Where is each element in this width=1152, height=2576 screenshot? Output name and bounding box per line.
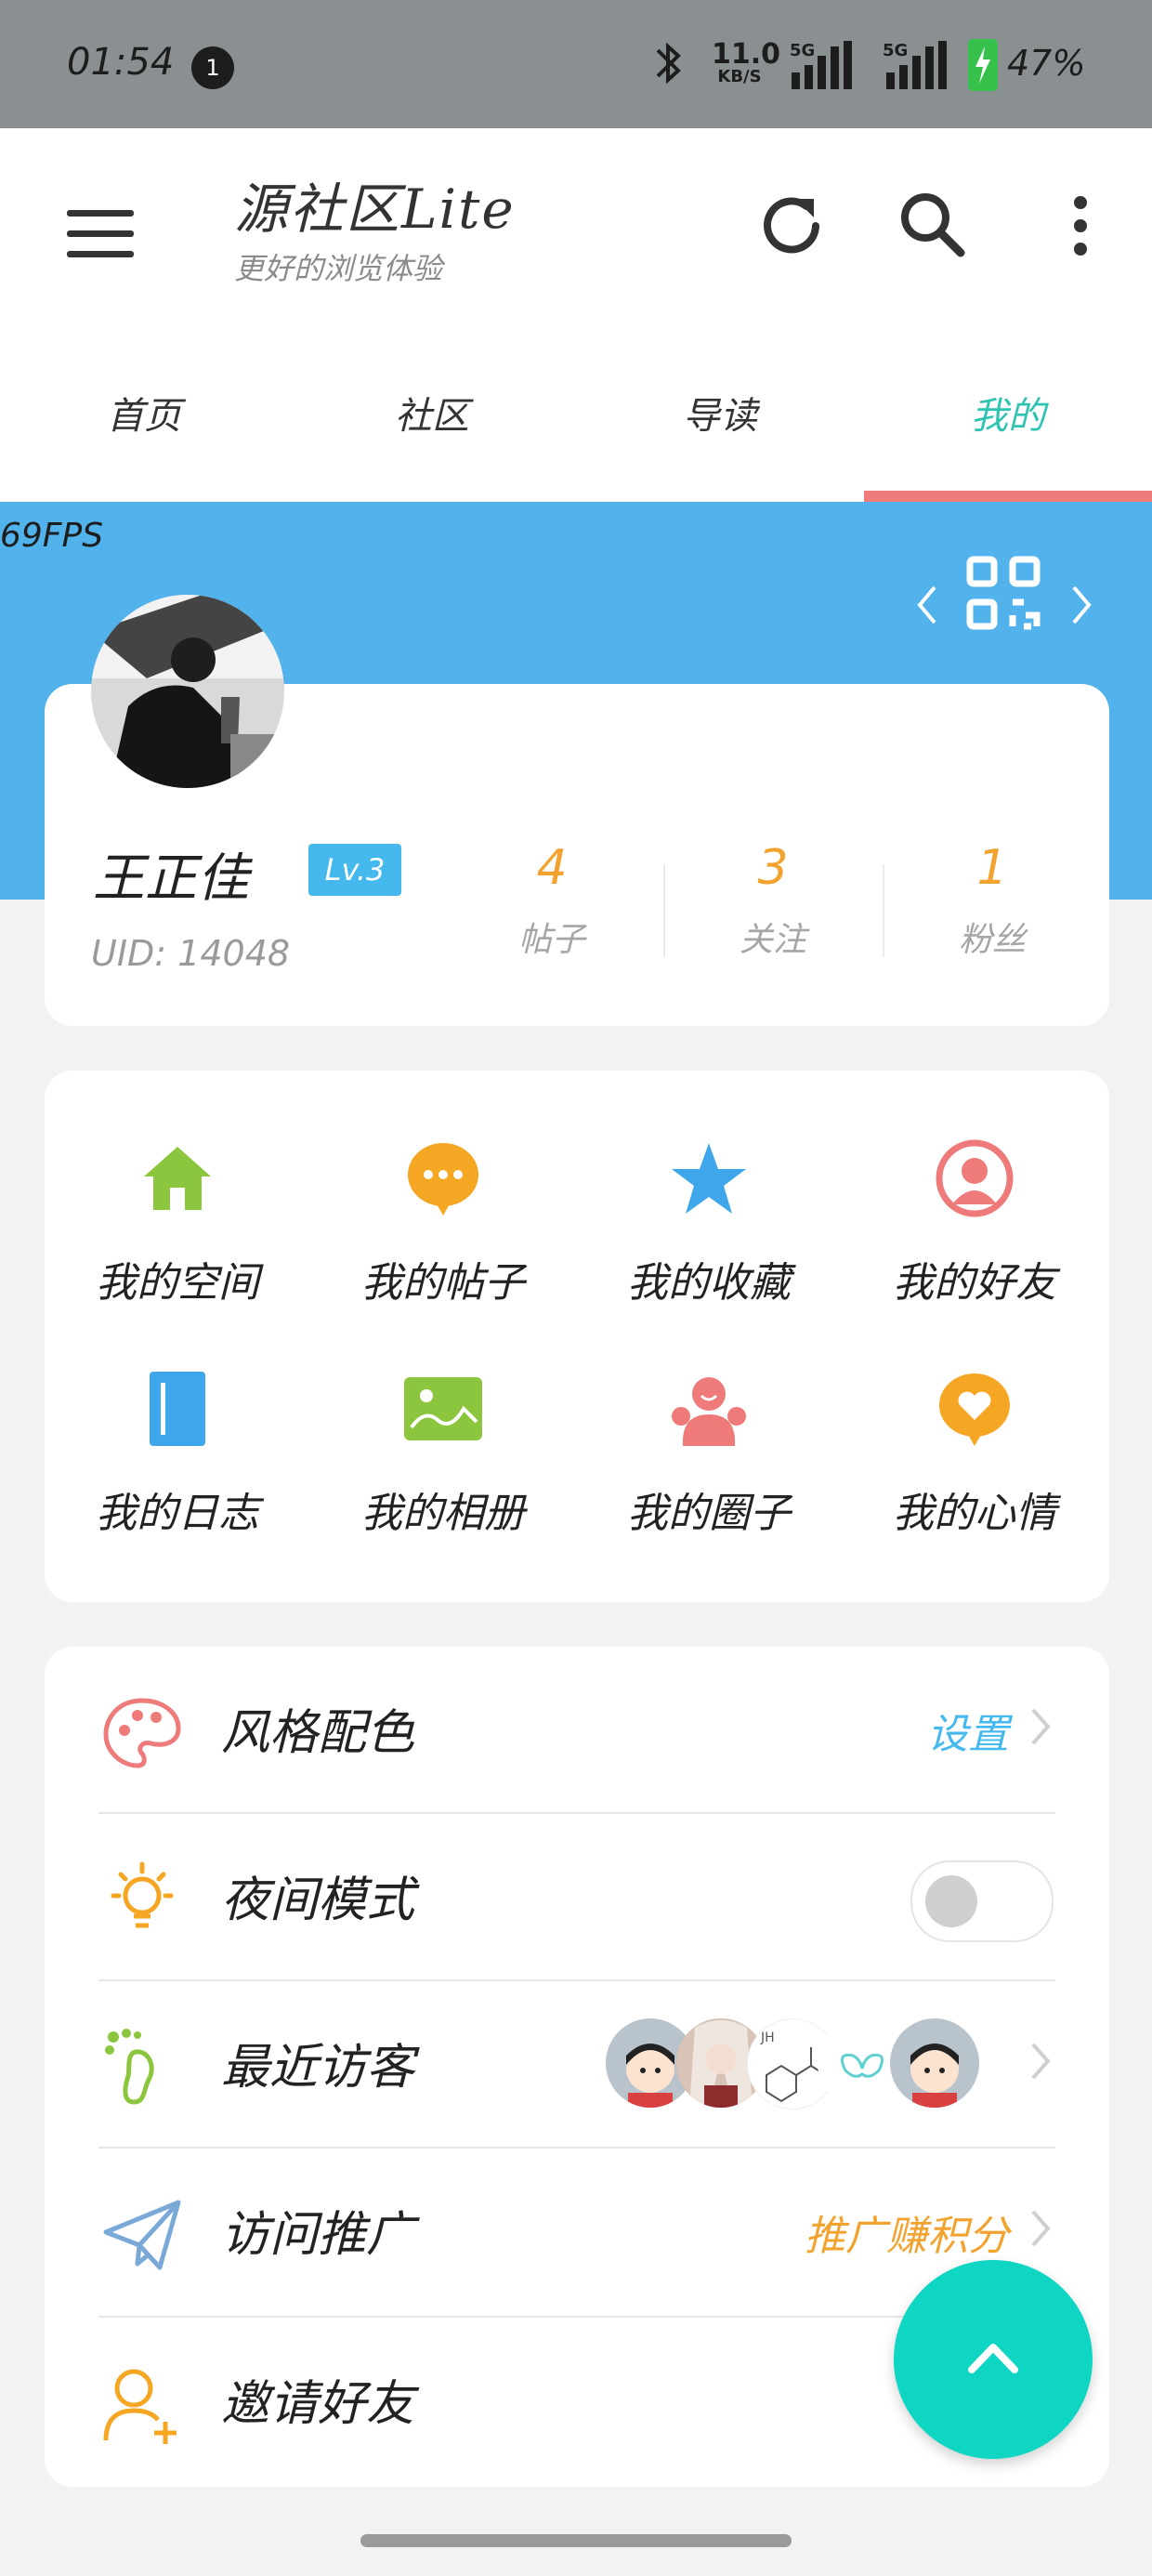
user-id: UID: 14048: [91, 933, 291, 974]
home-icon: [144, 1147, 211, 1210]
chevron-right-icon[interactable]: [1067, 582, 1096, 628]
search-icon[interactable]: [892, 184, 975, 268]
style-color-label: 风格配色: [221, 1705, 415, 1761]
user-circle-icon: [936, 1139, 1014, 1217]
promote-action: 推广赚积分: [805, 2213, 1009, 2260]
promote-label: 访问推广: [221, 2207, 415, 2263]
footprint-icon: [105, 2029, 154, 2105]
grid-item-my-circle[interactable]: 我的圈子: [576, 1370, 842, 1584]
grid-item-my-journal[interactable]: 我的日志: [45, 1370, 310, 1584]
grid-item-my-favorites[interactable]: 我的收藏: [576, 1139, 842, 1353]
stat-followers[interactable]: 1 粉丝: [883, 840, 1102, 961]
chevron-left-icon[interactable]: [912, 582, 942, 628]
chevron-right-icon: [1031, 1708, 1051, 1745]
notification-badge: 1: [191, 46, 234, 89]
tab-mine[interactable]: 我的: [864, 342, 1152, 502]
bluetooth-icon: [652, 37, 684, 99]
fps-overlay: 69FPS: [0, 517, 104, 555]
tab-bar: 首页 社区 导读 我的: [0, 342, 1152, 502]
style-color-action: 设置: [927, 1711, 1009, 1758]
night-mode-toggle[interactable]: [910, 1860, 1054, 1942]
star-icon: [672, 1143, 746, 1214]
style-color-row[interactable]: 风格配色 设置: [45, 1647, 1109, 1814]
tab-indicator: [864, 491, 1152, 502]
grid-item-my-album[interactable]: 我的相册: [310, 1370, 576, 1584]
grid-item-my-mood[interactable]: 我的心情: [842, 1370, 1107, 1584]
stat-posts[interactable]: 4 帖子: [442, 840, 661, 961]
recent-visitors-row[interactable]: 最近访客 JH: [45, 1981, 1109, 2149]
status-bar: 01:54 1 11.0 KB/S 5G 5G 47%: [0, 0, 1152, 128]
menu-icon[interactable]: [67, 210, 134, 258]
group-icon: [672, 1377, 746, 1446]
gesture-bar[interactable]: [360, 2534, 792, 2547]
tab-guide[interactable]: 导读: [576, 342, 864, 502]
user-name: 王正佳: [93, 848, 249, 909]
image-icon: [404, 1377, 482, 1440]
paper-plane-icon: [103, 2200, 181, 2270]
heart-bubble-icon: [939, 1373, 1010, 1446]
visitor-avatar[interactable]: [890, 2018, 979, 2108]
app-title: 源社区Lite: [234, 177, 516, 241]
status-time: 01:54: [67, 41, 175, 84]
night-mode-label: 夜间模式: [221, 1873, 415, 1928]
net-speed: 11.0 KB/S: [712, 38, 781, 86]
add-user-icon: [103, 2369, 177, 2444]
chat-bubble-icon: [408, 1143, 478, 1216]
grid-item-my-space[interactable]: 我的空间: [45, 1139, 310, 1353]
recent-visitors-label: 最近访客: [221, 2040, 415, 2096]
app-subtitle: 更好的浏览体验: [234, 251, 443, 286]
battery-level: 47%: [1007, 43, 1086, 84]
level-badge: Lv.3: [308, 844, 401, 896]
grid-item-my-posts[interactable]: 我的帖子: [310, 1139, 576, 1353]
refresh-icon[interactable]: [751, 184, 834, 268]
palette-icon: [103, 1698, 181, 1768]
battery-icon: [968, 39, 998, 91]
chevron-right-icon: [1031, 2210, 1051, 2247]
avatar[interactable]: [91, 595, 284, 788]
tab-home[interactable]: 首页: [0, 342, 288, 502]
qr-code-icon[interactable]: [966, 556, 1041, 630]
bulb-icon: [111, 1861, 174, 1928]
invite-friends-label: 邀请好友: [221, 2376, 415, 2432]
signal-icon: 5G: [873, 41, 949, 89]
signal-icon: 5G: [790, 41, 855, 89]
scroll-top-button[interactable]: [894, 2260, 1093, 2459]
tab-community[interactable]: 社区: [288, 342, 576, 502]
app-header: 源社区Lite 更好的浏览体验: [0, 128, 1152, 342]
more-icon[interactable]: [1039, 184, 1122, 268]
notebook-icon: [150, 1372, 205, 1446]
night-mode-row: 夜间模式: [45, 1814, 1109, 1981]
grid-item-my-friends[interactable]: 我的好友: [842, 1139, 1107, 1353]
svg-text:JH: JH: [760, 2031, 775, 2045]
stat-following[interactable]: 3 关注: [663, 840, 883, 961]
chevron-right-icon: [1031, 2043, 1051, 2080]
chevron-up-icon: [968, 2344, 1018, 2373]
